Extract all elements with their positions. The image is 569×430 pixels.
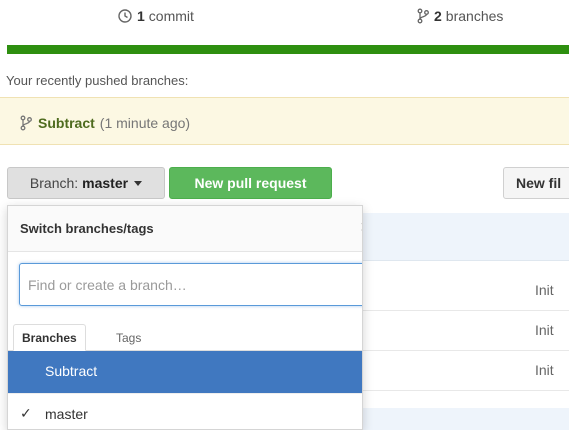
file-row[interactable]: Init	[362, 271, 569, 311]
file-commit-message: Init	[535, 362, 554, 378]
branch-item-label: Subtract	[45, 363, 98, 379]
history-icon	[118, 9, 132, 23]
git-branch-icon	[20, 115, 32, 131]
recent-branch-name[interactable]: Subtract	[38, 115, 95, 131]
tab-tags[interactable]: Tags	[108, 324, 149, 351]
readme-header	[362, 408, 569, 430]
commits-link[interactable]: 1 commit	[117, 8, 194, 24]
close-icon[interactable]: ×	[360, 218, 362, 236]
dropdown-tabs: Branches Tags	[8, 321, 362, 351]
file-commit-message: Init	[535, 282, 554, 298]
language-bar	[7, 45, 569, 54]
commits-label: commit	[148, 8, 194, 24]
commits-count: 1	[137, 8, 145, 24]
new-file-button[interactable]: New fil	[503, 167, 569, 199]
branches-count: 2	[434, 8, 442, 24]
recent-branch-time: (1 minute ago)	[99, 115, 191, 131]
dropdown-header: Switch branches/tags ×	[8, 206, 362, 252]
caret-down-icon	[134, 180, 143, 186]
commit-tease-bar	[362, 213, 569, 261]
branches-label: branches	[445, 8, 504, 24]
branch-select-button[interactable]: Branch: master	[7, 167, 165, 199]
branch-item-subtract[interactable]: Subtract	[8, 351, 362, 393]
branch-switcher-dropdown: Switch branches/tags × Branches Tags Sub…	[7, 205, 363, 430]
dropdown-title: Switch branches/tags	[20, 221, 154, 236]
branch-current: master	[82, 175, 129, 191]
branch-search-input[interactable]	[19, 263, 362, 306]
branches-link[interactable]: 2 branches	[416, 8, 503, 24]
check-icon: ✓	[20, 405, 32, 421]
recent-branches-label: Your recently pushed branches:	[6, 73, 189, 88]
branch-item-label: master	[45, 406, 88, 422]
branch-prefix: Branch:	[29, 175, 79, 191]
file-row[interactable]: Init	[362, 351, 569, 391]
file-row[interactable]: Init	[362, 311, 569, 351]
tab-branches[interactable]: Branches	[13, 324, 86, 351]
branch-item-master[interactable]: ✓ master	[8, 393, 362, 429]
git-branch-icon	[417, 8, 429, 24]
recent-branch-item[interactable]: Subtract (1 minute ago)	[19, 115, 190, 131]
file-commit-message: Init	[535, 322, 554, 338]
new-pull-request-button[interactable]: New pull request	[169, 167, 332, 199]
